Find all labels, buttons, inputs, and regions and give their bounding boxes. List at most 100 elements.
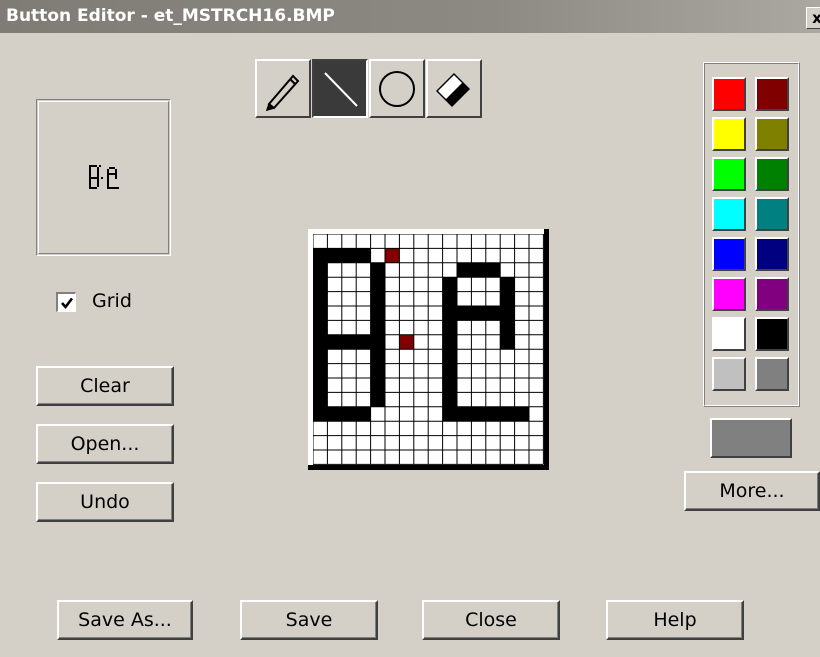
pixel-cell[interactable] [356, 248, 371, 263]
color-swatch[interactable] [755, 157, 789, 191]
pixel-cell[interactable] [313, 349, 328, 364]
pixel-cell[interactable] [471, 406, 486, 422]
ellipse-icon [379, 71, 415, 107]
pixel-cell[interactable] [442, 363, 457, 378]
color-swatch[interactable] [755, 117, 789, 151]
pixel-cell[interactable] [500, 306, 515, 321]
pixel-cell[interactable] [485, 262, 501, 278]
pixel-cell[interactable] [313, 378, 328, 393]
pixel-cell[interactable] [471, 306, 486, 321]
color-swatch[interactable] [712, 237, 746, 271]
pixel-grid[interactable] [308, 229, 549, 470]
pixel-cell[interactable] [313, 406, 328, 422]
pixel-cell[interactable] [370, 277, 385, 292]
pixel-cell[interactable] [370, 306, 385, 321]
pixel-cell[interactable] [313, 334, 328, 350]
more-colors-button[interactable]: More... [684, 471, 820, 511]
close-button[interactable]: Close [422, 600, 560, 640]
pixel-cell[interactable] [327, 248, 342, 263]
color-swatch[interactable] [755, 237, 789, 271]
color-swatch[interactable] [712, 357, 746, 391]
pixel-cell[interactable] [500, 291, 515, 306]
open-button[interactable]: Open... [36, 424, 174, 464]
pixel-cell[interactable] [313, 392, 328, 407]
color-swatch[interactable] [755, 277, 789, 311]
pixel-editor-canvas[interactable] [308, 229, 549, 470]
pixel-cell[interactable] [500, 406, 515, 422]
undo-button[interactable]: Undo [36, 482, 174, 522]
checkmark-icon [60, 297, 73, 309]
pixel-cell[interactable] [471, 262, 486, 278]
pixel-cell[interactable] [327, 334, 342, 350]
color-swatch[interactable] [712, 317, 746, 351]
pixel-cell[interactable] [442, 291, 457, 306]
pixel-cell[interactable] [442, 406, 457, 422]
pixel-cell[interactable] [370, 378, 385, 393]
pixel-cell[interactable] [442, 378, 457, 393]
pixel-cell[interactable] [457, 406, 472, 422]
pixel-cell[interactable] [442, 320, 457, 335]
pixel-cell[interactable] [442, 277, 457, 292]
color-swatch[interactable] [755, 77, 789, 111]
pixel-cell[interactable] [313, 248, 328, 263]
pixel-cell[interactable] [442, 334, 457, 350]
pixel-cell[interactable] [313, 262, 328, 278]
ellipse-tool-button[interactable] [369, 59, 425, 118]
line-tool-button[interactable] [312, 59, 368, 118]
pixel-cell[interactable] [313, 320, 328, 335]
pixel-cell[interactable] [399, 334, 414, 350]
pixel-cell[interactable] [313, 363, 328, 378]
pixel-cell[interactable] [485, 406, 501, 422]
clear-button[interactable]: Clear [36, 366, 174, 406]
color-swatch[interactable] [712, 77, 746, 111]
pixel-cell[interactable] [370, 291, 385, 306]
pixel-cell[interactable] [457, 262, 472, 278]
eraser-tool-button[interactable] [426, 59, 482, 118]
color-swatch[interactable] [712, 157, 746, 191]
pixel-cell[interactable] [500, 334, 515, 350]
pixel-cell[interactable] [442, 349, 457, 364]
pixel-cell[interactable] [370, 262, 385, 278]
eraser-icon [436, 73, 470, 107]
save-as-button[interactable]: Save As... [57, 600, 193, 640]
line-icon [324, 72, 358, 107]
color-swatch[interactable] [755, 357, 789, 391]
pixel-cell[interactable] [341, 334, 357, 350]
save-button[interactable]: Save [240, 600, 378, 640]
pixel-cell[interactable] [356, 334, 371, 350]
pixel-cell[interactable] [370, 363, 385, 378]
pixel-cell[interactable] [370, 320, 385, 335]
pixel-cell[interactable] [442, 306, 457, 321]
pixel-cell[interactable] [370, 392, 385, 407]
title-bar: Button Editor - et_MSTRCH16.BMP x [0, 0, 820, 33]
color-swatch[interactable] [755, 197, 789, 231]
color-swatch[interactable] [712, 197, 746, 231]
pixel-cell[interactable] [485, 306, 501, 321]
bitmap-preview-icon [89, 165, 119, 189]
pixel-cell[interactable] [385, 248, 400, 263]
window-title: Button Editor - et_MSTRCH16.BMP [6, 6, 335, 26]
color-swatch[interactable] [755, 317, 789, 351]
pixel-cell[interactable] [356, 406, 371, 422]
color-swatch[interactable] [712, 117, 746, 151]
pixel-cell[interactable] [341, 248, 357, 263]
color-swatch[interactable] [712, 277, 746, 311]
grid-checkbox[interactable] [56, 292, 76, 312]
pencil-tool-button[interactable] [255, 59, 311, 118]
pixel-cell[interactable] [341, 406, 357, 422]
current-color-swatch [710, 418, 792, 458]
pixel-cell[interactable] [313, 306, 328, 321]
pixel-cell[interactable] [327, 406, 342, 422]
close-window-button[interactable]: x [806, 7, 820, 29]
pixel-cell[interactable] [313, 291, 328, 306]
pixel-cell[interactable] [514, 406, 529, 422]
pencil-icon [265, 74, 300, 112]
pixel-cell[interactable] [313, 277, 328, 292]
pixel-cell[interactable] [442, 392, 457, 407]
pixel-cell[interactable] [457, 306, 472, 321]
pixel-cell[interactable] [500, 277, 515, 292]
pixel-cell[interactable] [370, 349, 385, 364]
help-button[interactable]: Help [606, 600, 744, 640]
pixel-cell[interactable] [370, 334, 385, 350]
pixel-cell[interactable] [500, 320, 515, 335]
